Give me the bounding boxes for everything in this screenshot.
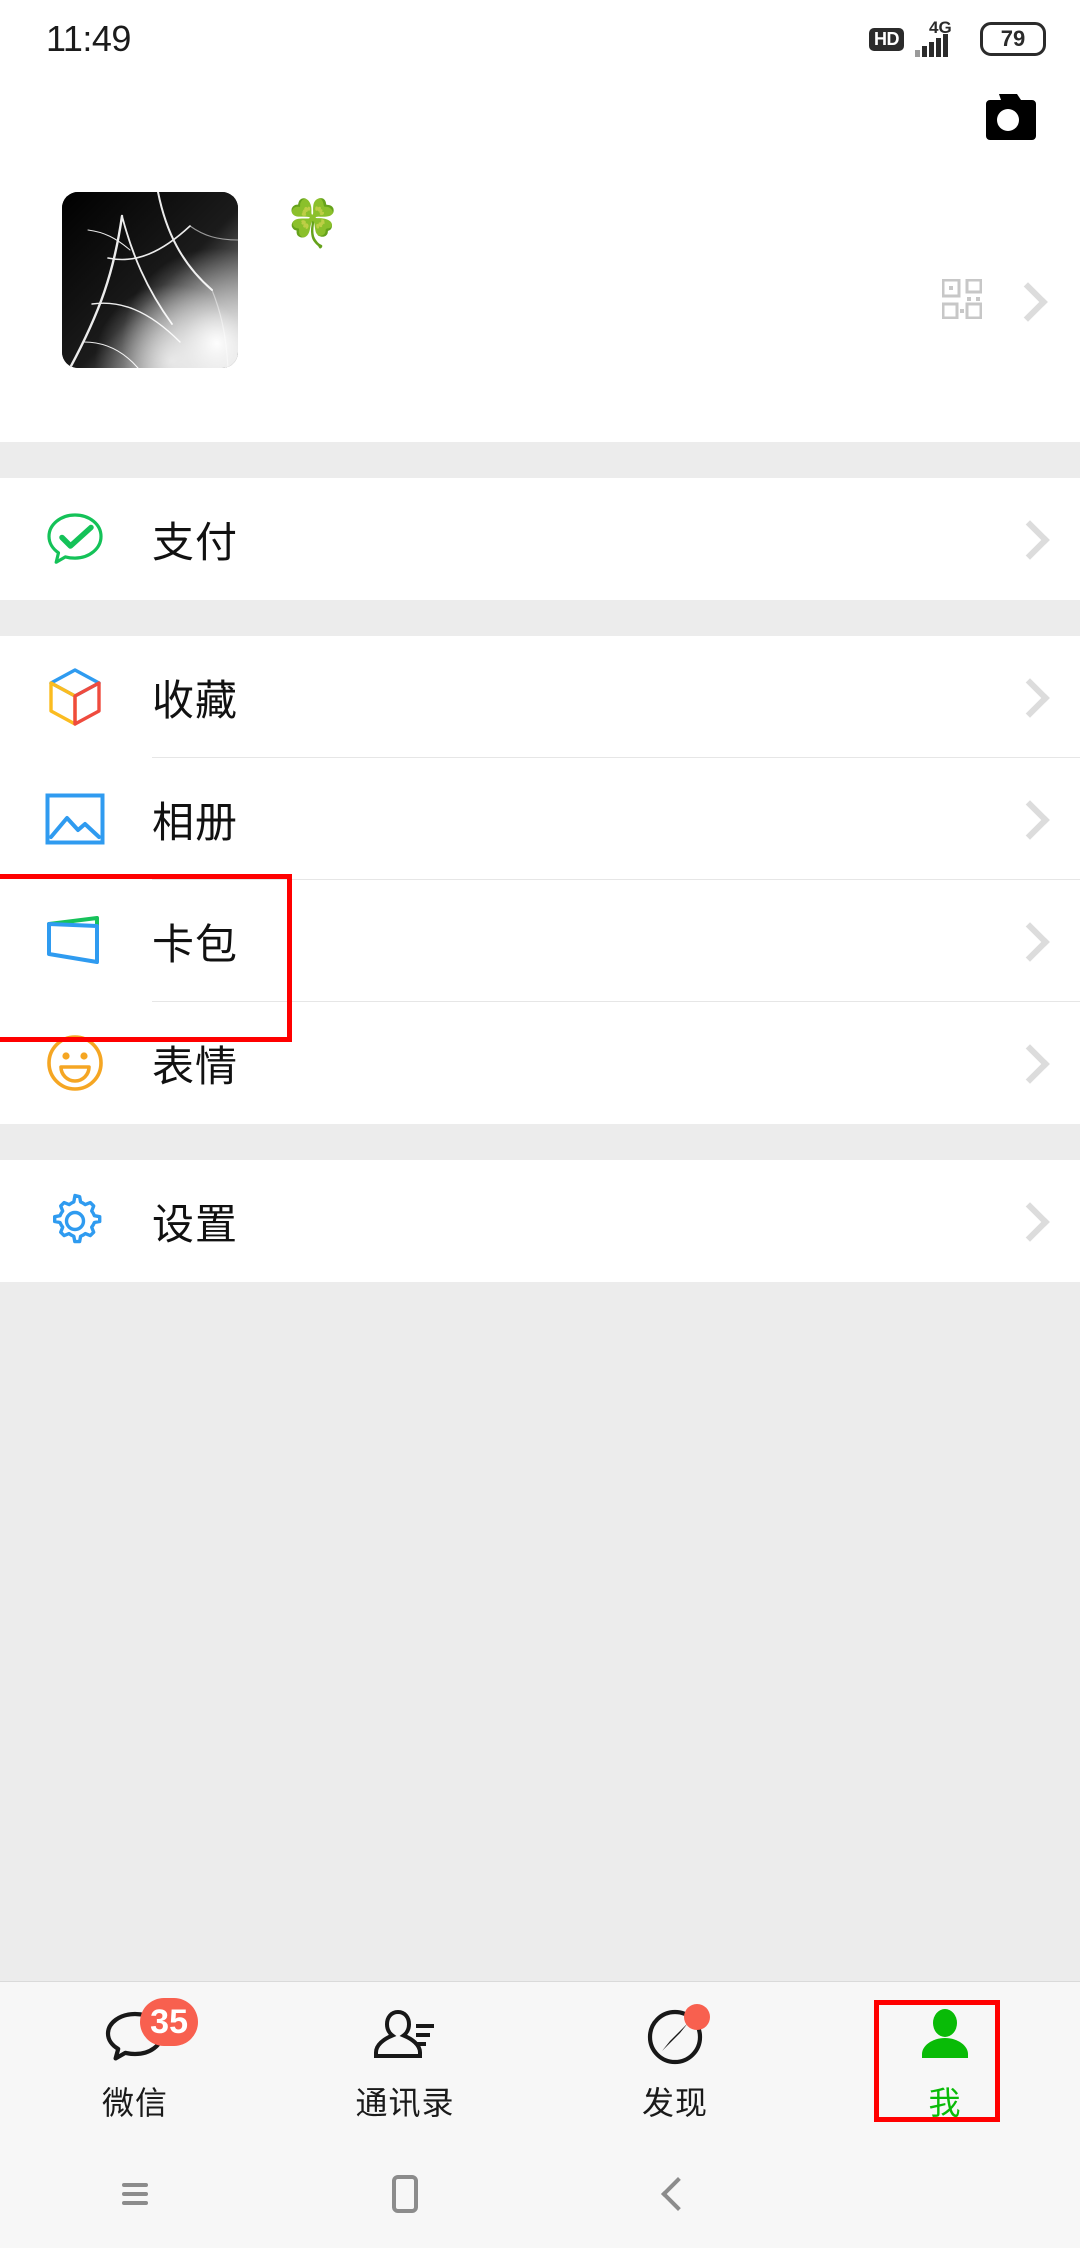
- sticker-smiley-icon: [44, 1032, 106, 1094]
- home-icon[interactable]: [270, 2140, 540, 2248]
- header-bar: [0, 78, 1080, 160]
- tab-me[interactable]: 我: [810, 1982, 1080, 2140]
- profile-info: 🍀: [284, 192, 341, 249]
- signal-bars-icon: [915, 33, 948, 57]
- list-item-label: 收藏: [152, 675, 239, 725]
- list-item-label: 相册: [152, 797, 239, 847]
- person-icon: [912, 2006, 978, 2068]
- section-pay: 支付: [0, 478, 1080, 600]
- qr-code-icon[interactable]: [941, 278, 983, 324]
- status-bar: 11:49 HD 4G 79: [0, 0, 1080, 78]
- phone-screen: 11:49 HD 4G 79 🍀 支付 收藏 相册 卡包 表情 设置 35 微信…: [0, 0, 1080, 2248]
- tab-label: 通讯录: [355, 2084, 455, 2122]
- tab-discover[interactable]: 发现: [540, 1982, 810, 2140]
- chevron-right-icon: [1014, 1201, 1036, 1241]
- tab-label: 微信: [101, 2084, 168, 2122]
- tab-wechat[interactable]: 35 微信: [0, 1982, 270, 2140]
- list-item-label: 卡包: [152, 919, 239, 969]
- favorites-cube-icon: [44, 666, 106, 728]
- section-content: 收藏 相册 卡包 表情: [0, 636, 1080, 1124]
- section-gap: [0, 600, 1080, 636]
- section-gap: [0, 442, 1080, 478]
- chevron-right-icon: [1014, 1043, 1036, 1083]
- section-settings: 设置: [0, 1160, 1080, 1282]
- chat-bubble-icon: 35: [102, 1998, 198, 2068]
- list-item-cards[interactable]: 卡包: [0, 880, 1080, 1002]
- list-item-album[interactable]: 相册: [0, 758, 1080, 880]
- avatar[interactable]: [62, 192, 238, 368]
- battery-level-label: 79: [1000, 26, 1026, 51]
- list-item-label: 表情: [152, 1041, 239, 1091]
- list-item-label: 支付: [152, 517, 239, 567]
- settings-gear-icon: [44, 1190, 106, 1252]
- back-icon[interactable]: [540, 2140, 810, 2248]
- tab-contacts[interactable]: 通讯录: [270, 1982, 540, 2140]
- battery-icon: 79: [980, 22, 1046, 56]
- chevron-right-icon: [1012, 281, 1034, 321]
- list-item-stickers[interactable]: 表情: [0, 1002, 1080, 1124]
- hd-icon: HD: [869, 27, 904, 51]
- badge-unread-count: 35: [140, 1998, 198, 2046]
- avatar-glow: [62, 192, 238, 368]
- chevron-right-icon: [1014, 921, 1036, 961]
- tab-label: 我: [928, 2084, 962, 2122]
- cards-wallet-icon: [44, 910, 106, 972]
- camera-icon[interactable]: [980, 93, 1036, 145]
- profile-actions: [941, 160, 1034, 442]
- android-nav-bar: [0, 2140, 1080, 2248]
- compass-icon: [642, 2004, 710, 2068]
- list-item-label: 设置: [152, 1199, 239, 1249]
- page-background: [0, 1282, 1080, 1981]
- profile-nickname: 🍀: [284, 196, 342, 250]
- list-item-pay[interactable]: 支付: [0, 478, 1080, 600]
- chevron-right-icon: [1014, 799, 1036, 839]
- chevron-right-icon: [1014, 519, 1036, 559]
- album-photo-icon: [44, 788, 106, 850]
- signal-icon: 4G: [915, 19, 969, 59]
- chevron-right-icon: [1014, 677, 1036, 717]
- tab-bar: 35 微信 通讯录 发现 我: [0, 1981, 1080, 2140]
- contacts-icon: [372, 2006, 438, 2068]
- status-indicators: HD 4G 79: [869, 19, 1046, 59]
- badge-dot: [684, 2004, 710, 2030]
- recents-icon[interactable]: [0, 2140, 270, 2248]
- status-time: 11:49: [46, 18, 131, 59]
- wechat-pay-icon: [44, 508, 106, 570]
- profile-card[interactable]: 🍀: [0, 160, 1080, 442]
- tab-label: 发现: [641, 2084, 708, 2122]
- list-item-favorites[interactable]: 收藏: [0, 636, 1080, 758]
- list-item-settings[interactable]: 设置: [0, 1160, 1080, 1282]
- section-gap: [0, 1124, 1080, 1160]
